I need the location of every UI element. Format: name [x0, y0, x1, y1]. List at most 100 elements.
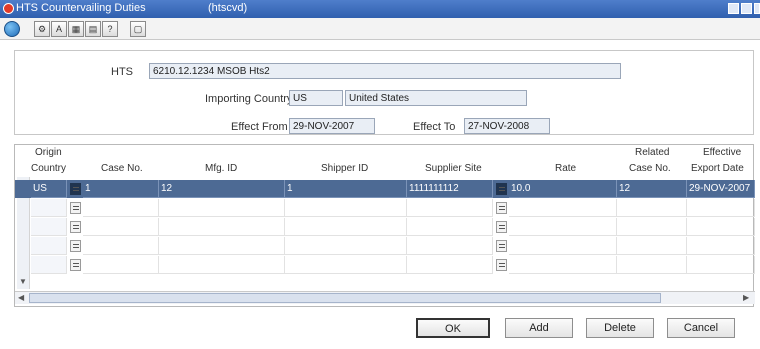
shipper-id-cell[interactable] [285, 256, 407, 274]
case-lov-icon[interactable] [70, 183, 81, 195]
col-mfg-id: Mfg. ID [205, 163, 238, 174]
header-panel: HTS 6210.12.1234 MSOB Hts2 Importing Cou… [14, 50, 754, 135]
toolbar: ⚙ A ▦ ▤ ? ▢ [0, 18, 760, 40]
col-supplier-site: Supplier Site [425, 163, 482, 174]
related-case-cell[interactable]: 12 [617, 180, 687, 198]
mfg-id-cell[interactable] [159, 199, 285, 217]
table-row[interactable] [15, 237, 755, 255]
origin-country-cell[interactable] [31, 218, 67, 236]
origin-country-cell[interactable] [31, 199, 67, 217]
case-lov-icon[interactable] [70, 221, 81, 233]
table-row[interactable]: US 1 12 1 1111111112 10.0 12 29-NOV-2007 [15, 180, 755, 198]
effect-to-label: Effect To [413, 121, 456, 133]
shipper-id-cell[interactable] [285, 218, 407, 236]
col-related-case-l2: Case No. [629, 163, 671, 174]
case-lov-icon[interactable] [70, 259, 81, 271]
mfg-id-cell[interactable]: 12 [159, 180, 285, 198]
supplier-site-cell[interactable]: 1111111112 [407, 180, 493, 198]
effective-export-date-cell[interactable] [687, 237, 755, 255]
col-effective-export-l1: Effective [703, 147, 742, 158]
rate-lov-icon[interactable] [496, 259, 507, 271]
hts-field[interactable]: 6210.12.1234 MSOB Hts2 [149, 63, 621, 79]
country-name-field: United States [345, 90, 527, 106]
tool-icon[interactable]: ⚙ [34, 21, 50, 37]
scroll-down-icon[interactable]: ▼ [19, 277, 27, 286]
ok-button[interactable]: OK [416, 318, 490, 338]
form-id: (htscvd) [208, 2, 248, 14]
close-button[interactable] [754, 3, 760, 14]
case-lov-icon[interactable] [70, 202, 81, 214]
rate-cell[interactable] [509, 256, 617, 274]
add-button[interactable]: Add [505, 318, 573, 338]
effective-export-date-cell[interactable] [687, 218, 755, 236]
scroll-right-icon[interactable]: ▶ [743, 293, 749, 302]
case-no-cell[interactable] [83, 218, 159, 236]
rate-lov-icon[interactable] [496, 183, 507, 195]
effect-from-field[interactable]: 29-NOV-2007 [289, 118, 375, 134]
scroll-thumb[interactable] [29, 293, 661, 303]
country-code-field[interactable]: US [289, 90, 343, 106]
horizontal-scrollbar[interactable]: ◀ ▶ [15, 291, 755, 304]
supplier-site-cell[interactable] [407, 199, 493, 217]
related-case-cell[interactable] [617, 218, 687, 236]
col-shipper-id: Shipper ID [321, 163, 369, 174]
cancel-button[interactable]: Cancel [667, 318, 735, 338]
related-case-cell[interactable] [617, 199, 687, 217]
supplier-site-cell[interactable] [407, 237, 493, 255]
rate-lov-icon[interactable] [496, 202, 507, 214]
scroll-left-icon[interactable]: ◀ [18, 293, 24, 302]
maximize-button[interactable] [741, 3, 752, 14]
shipper-id-cell[interactable] [285, 199, 407, 217]
rate-lov-icon[interactable] [496, 221, 507, 233]
importing-country-label: Importing Country [205, 93, 293, 105]
mfg-id-cell[interactable] [159, 256, 285, 274]
rate-cell[interactable] [509, 218, 617, 236]
rate-cell[interactable] [509, 199, 617, 217]
effect-from-label: Effect From [231, 121, 288, 133]
rate-cell[interactable] [509, 237, 617, 255]
effective-export-date-cell[interactable] [687, 199, 755, 217]
shipper-id-cell[interactable] [285, 237, 407, 255]
related-case-cell[interactable] [617, 237, 687, 255]
globe-icon[interactable] [4, 21, 20, 37]
mfg-id-cell[interactable] [159, 237, 285, 255]
effective-export-date-cell[interactable] [687, 256, 755, 274]
case-no-cell[interactable] [83, 256, 159, 274]
table-icon[interactable]: ▦ [68, 21, 84, 37]
supplier-site-cell[interactable] [407, 218, 493, 236]
col-related-case-l1: Related [635, 147, 670, 158]
origin-country-cell[interactable] [31, 237, 67, 255]
rate-lov-icon[interactable] [496, 240, 507, 252]
related-case-cell[interactable] [617, 256, 687, 274]
col-case-no: Case No. [101, 163, 143, 174]
delete-button[interactable]: Delete [586, 318, 654, 338]
effective-export-date-cell[interactable]: 29-NOV-2007 [687, 180, 755, 198]
print-icon[interactable]: ▤ [85, 21, 101, 37]
origin-country-cell[interactable]: US [31, 180, 67, 198]
minimize-button[interactable] [728, 3, 739, 14]
hts-label: HTS [111, 66, 133, 78]
title-bar: HTS Countervailing Duties (htscvd) [0, 0, 760, 18]
duties-grid: Origin Country Case No. Mfg. ID Shipper … [14, 144, 755, 307]
col-effective-export-l2: Export Date [691, 163, 744, 174]
mfg-id-cell[interactable] [159, 218, 285, 236]
origin-country-cell[interactable] [31, 256, 67, 274]
shipper-id-cell[interactable]: 1 [285, 180, 407, 198]
col-origin-country-l1: Origin [35, 147, 62, 158]
window-icon[interactable]: ▢ [130, 21, 146, 37]
table-row[interactable] [15, 256, 755, 274]
case-no-cell[interactable] [83, 237, 159, 255]
app-icon [3, 3, 14, 14]
table-row[interactable] [15, 199, 755, 217]
case-no-cell[interactable] [83, 199, 159, 217]
rate-cell[interactable]: 10.0 [509, 180, 617, 198]
effect-to-field[interactable]: 27-NOV-2008 [464, 118, 550, 134]
supplier-site-cell[interactable] [407, 256, 493, 274]
table-row[interactable] [15, 218, 755, 236]
col-rate: Rate [555, 163, 577, 174]
spell-icon[interactable]: A [51, 21, 67, 37]
col-origin-country-l2: Country [31, 163, 67, 174]
case-lov-icon[interactable] [70, 240, 81, 252]
help-icon[interactable]: ? [102, 21, 118, 37]
case-no-cell[interactable]: 1 [83, 180, 159, 198]
